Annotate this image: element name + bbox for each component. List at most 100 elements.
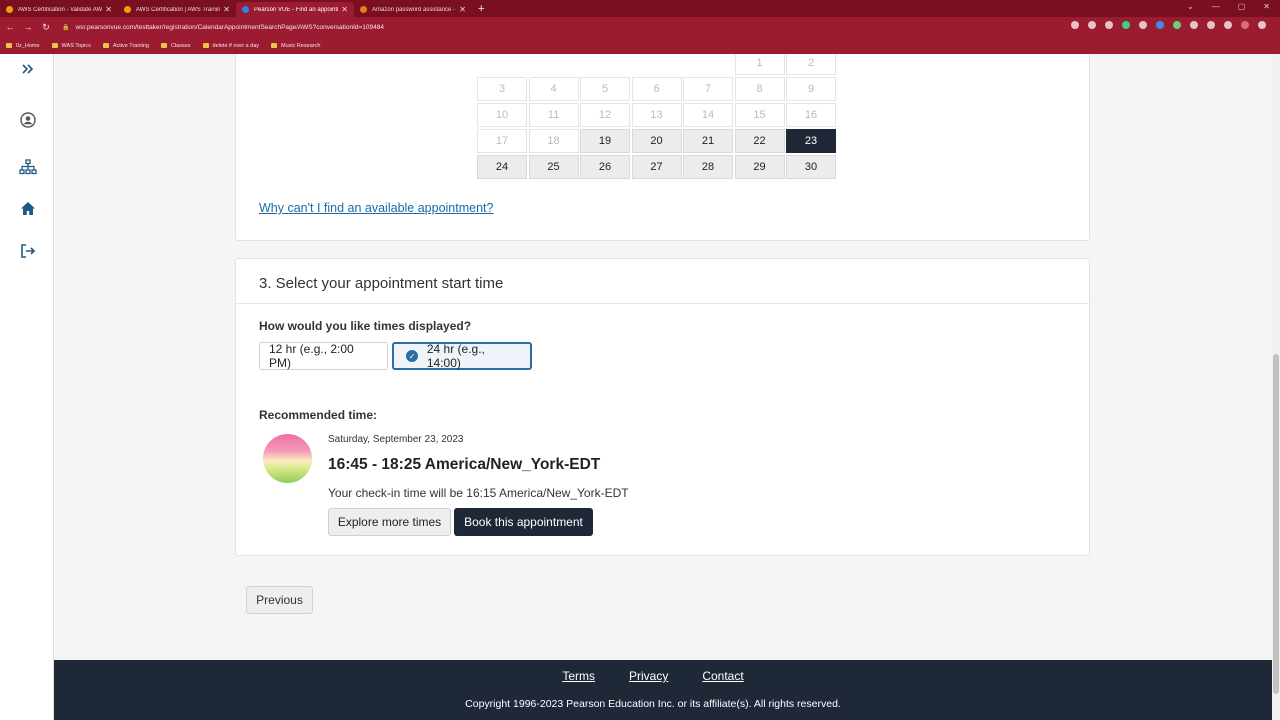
bookmark-item[interactable]: WAS Topics	[51, 42, 91, 49]
calendar-day[interactable]: 30	[786, 155, 836, 179]
calendar-day: 7	[683, 77, 733, 101]
tab-title: AWS Certification | AWS Training	[136, 6, 221, 13]
page-footer: Terms Privacy Contact Copyright 1996-202…	[54, 660, 1272, 720]
tab-close-icon[interactable]: ✕	[223, 5, 230, 14]
calendar-day[interactable]: 29	[734, 155, 785, 179]
folder-icon	[51, 43, 58, 48]
forward-icon[interactable]: →	[20, 22, 36, 32]
sunset-icon	[263, 434, 312, 483]
bookmark-item[interactable]: 0z_Home	[6, 43, 40, 49]
date-selection-card: 1 2 3 4 5 6 7 8 9 10 11 12 13 14 15 16 17 18 19 20 21 22 23 24 2…	[235, 54, 1090, 241]
menu-icon[interactable]	[1258, 21, 1266, 29]
puzzle-icon[interactable]	[1207, 21, 1215, 29]
book-appointment-button[interactable]: Book this appointment	[454, 508, 593, 536]
extension-icon[interactable]	[1156, 21, 1164, 29]
bookmark-label: WAS Topics	[61, 42, 91, 49]
previous-button[interactable]: Previous	[246, 586, 313, 614]
new-tab-button[interactable]: +	[478, 3, 484, 15]
window-controls: ⌄ — ▢ ✕	[1187, 2, 1270, 11]
calendar-week-row: 24 25 26 27 28 29 30	[477, 155, 838, 181]
scrollbar-thumb[interactable]	[1273, 354, 1279, 694]
privacy-link[interactable]: Privacy	[629, 669, 668, 683]
calendar-day: 1	[734, 54, 785, 75]
calendar-day[interactable]: 21	[683, 129, 733, 153]
browser-tab[interactable]: AWS Certification | AWS Training ✕	[118, 2, 236, 17]
calendar-day[interactable]: 26	[580, 155, 630, 179]
calendar-day[interactable]: 25	[528, 155, 579, 179]
maximize-icon[interactable]: ▢	[1238, 2, 1246, 11]
calendar-day[interactable]: 24	[477, 155, 527, 179]
calendar-day: 3	[477, 77, 527, 101]
bookmark-label: Active Training	[112, 42, 149, 49]
logout-icon[interactable]	[17, 240, 39, 262]
tab-close-icon[interactable]: ✕	[105, 5, 112, 14]
contact-link[interactable]: Contact	[702, 669, 743, 683]
url-field[interactable]: 🔒 wsr.pearsonvue.com/testtaker/registrat…	[62, 20, 1102, 34]
tab-favicon-icon	[360, 6, 367, 13]
lock-icon: 🔒	[62, 24, 70, 31]
calendar-empty-cell	[580, 54, 630, 75]
calendar-day: 6	[631, 77, 682, 101]
home-icon[interactable]	[17, 197, 39, 219]
browser-tab[interactable]: Pearson VUE - Find an appointm ✕	[236, 2, 354, 17]
minimize-icon[interactable]: —	[1212, 2, 1220, 11]
folder-icon	[6, 43, 12, 48]
folder-icon	[202, 43, 209, 48]
browser-tab-bar: AWS Certification - Validate AWS ✕ AWS Cer…	[0, 0, 1280, 17]
reload-icon[interactable]: ↻	[38, 22, 54, 33]
extension-icon[interactable]	[1139, 21, 1147, 29]
extension-icon[interactable]	[1190, 21, 1198, 29]
format-12hr-label: 12 hr (e.g., 2:00 PM)	[269, 342, 354, 370]
tab-favicon-icon	[124, 6, 131, 13]
url-text: wsr.pearsonvue.com/testtaker/registratio…	[75, 23, 384, 31]
extension-icon[interactable]	[1173, 21, 1181, 29]
user-icon[interactable]	[17, 109, 39, 131]
format-12hr-button[interactable]: 12 hr (e.g., 2:00 PM)	[259, 342, 388, 370]
bookmark-label: Classes	[170, 42, 191, 49]
calendar-day: 4	[528, 77, 579, 101]
tab-favicon-icon	[242, 6, 249, 13]
profile-avatar-icon[interactable]	[1241, 21, 1249, 29]
calendar-empty-cell	[528, 54, 579, 75]
share-icon[interactable]	[1088, 21, 1096, 29]
calendar-day[interactable]: 23	[786, 129, 836, 153]
calendar-day: 8	[734, 77, 785, 101]
tab-close-icon[interactable]: ✕	[341, 5, 348, 14]
calendar-day[interactable]: 20	[631, 129, 682, 153]
calendar-day[interactable]: 27	[631, 155, 682, 179]
why-no-appointment-link[interactable]: Why can't I find an available appointmen…	[259, 201, 493, 215]
bookmark-item[interactable]: Active Training	[102, 42, 149, 49]
expand-icon[interactable]	[17, 58, 39, 80]
star-icon[interactable]	[1105, 21, 1113, 29]
sidebar-toggle-icon[interactable]	[1224, 21, 1232, 29]
calendar-day[interactable]: 22	[734, 129, 785, 153]
close-icon[interactable]: ✕	[1263, 2, 1270, 11]
zoom-icon[interactable]	[1071, 21, 1079, 29]
calendar-day: 11	[528, 103, 579, 127]
back-icon[interactable]: ←	[2, 22, 18, 32]
extension-icon[interactable]	[1122, 21, 1130, 29]
bookmark-item[interactable]: Music Research	[271, 43, 320, 49]
calendar-day[interactable]: 19	[580, 129, 630, 153]
bookmark-item[interactable]: delete if over a day	[202, 43, 259, 49]
format-24hr-button[interactable]: ✓ 24 hr (e.g., 14:00)	[392, 342, 532, 370]
recommended-label: Recommended time:	[259, 408, 378, 422]
bookmark-item[interactable]: Classes	[160, 42, 191, 49]
extension-icons	[1071, 21, 1266, 29]
calendar-day: 12	[580, 103, 630, 127]
sitemap-icon[interactable]	[17, 156, 39, 178]
page-scrollbar[interactable]	[1272, 54, 1280, 720]
browser-tab[interactable]: Amazon password assistance - A ✕	[354, 2, 472, 17]
bookmark-label: Music Research	[281, 42, 321, 49]
folder-icon	[271, 43, 278, 48]
calendar-week-row: 12	[477, 54, 838, 77]
terms-link[interactable]: Terms	[562, 669, 595, 683]
tab-list: AWS Certification - Validate AWS ✕ AWS Cer…	[0, 0, 472, 17]
calendar-day: 14	[683, 103, 733, 127]
format-24hr-label: 24 hr (e.g., 14:00)	[426, 342, 485, 370]
explore-more-times-button[interactable]: Explore more times	[328, 508, 451, 536]
calendar-day[interactable]: 28	[683, 155, 733, 179]
browser-tab[interactable]: AWS Certification - Validate AWS ✕	[0, 2, 118, 17]
chevron-down-icon[interactable]: ⌄	[1187, 2, 1194, 11]
tab-close-icon[interactable]: ✕	[459, 5, 466, 14]
